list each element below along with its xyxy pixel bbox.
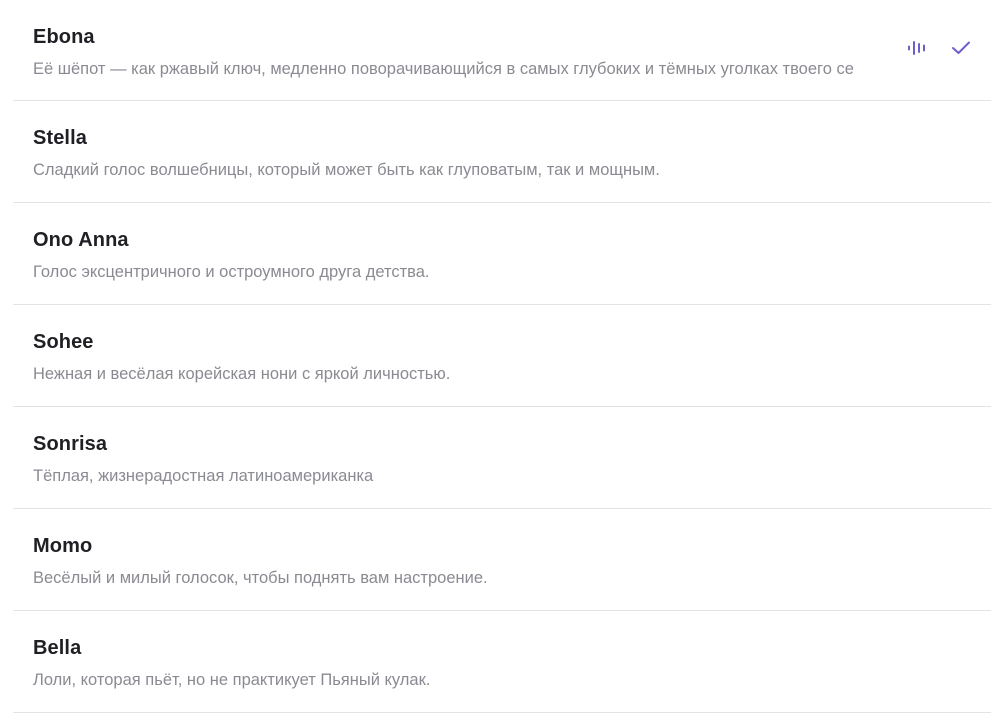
voice-name: Momo — [33, 535, 93, 557]
voice-description: Весёлый и милый голосок, чтобы поднять в… — [33, 569, 488, 587]
voice-description: Её шёпот — как ржавый ключ, медленно пов… — [33, 60, 854, 78]
voice-list: Ebona Её шёпот — как ржавый ключ, медлен… — [13, 0, 991, 713]
voice-item-sonrisa[interactable]: Sonrisa Тёплая, жизнерадостная латиноаме… — [13, 407, 991, 509]
voice-description: Сладкий голос волшебницы, который может … — [33, 161, 660, 179]
voice-description: Голос эксцентричного и остроумного друга… — [33, 263, 430, 281]
voice-name: Ebona — [33, 26, 95, 48]
voice-description: Лоли, которая пьёт, но не практикует Пья… — [33, 671, 431, 689]
voice-description: Тёплая, жизнерадостная латиноамериканка — [33, 467, 374, 485]
voice-name: Sohee — [33, 331, 94, 353]
voice-description: Нежная и весёлая корейская нони с яркой … — [33, 365, 451, 383]
voice-name: Stella — [33, 127, 87, 149]
voice-item-sohee[interactable]: Sohee Нежная и весёлая корейская нони с … — [13, 305, 991, 407]
voice-item-ono-anna[interactable]: Ono Anna Голос эксцентричного и остроумн… — [13, 203, 991, 305]
voice-item-stella[interactable]: Stella Сладкий голос волшебницы, который… — [13, 101, 991, 203]
audio-wave-icon[interactable] — [905, 36, 929, 60]
voice-name: Bella — [33, 637, 82, 659]
voice-item-momo[interactable]: Momo Весёлый и милый голосок, чтобы подн… — [13, 509, 991, 611]
voice-name: Sonrisa — [33, 433, 108, 455]
voice-item-bella[interactable]: Bella Лоли, которая пьёт, но не практику… — [13, 611, 991, 713]
check-icon — [949, 36, 973, 60]
voice-item-ebona[interactable]: Ebona Её шёпот — как ржавый ключ, медлен… — [13, 0, 991, 101]
voice-name: Ono Anna — [33, 229, 129, 251]
voice-actions — [905, 36, 973, 60]
